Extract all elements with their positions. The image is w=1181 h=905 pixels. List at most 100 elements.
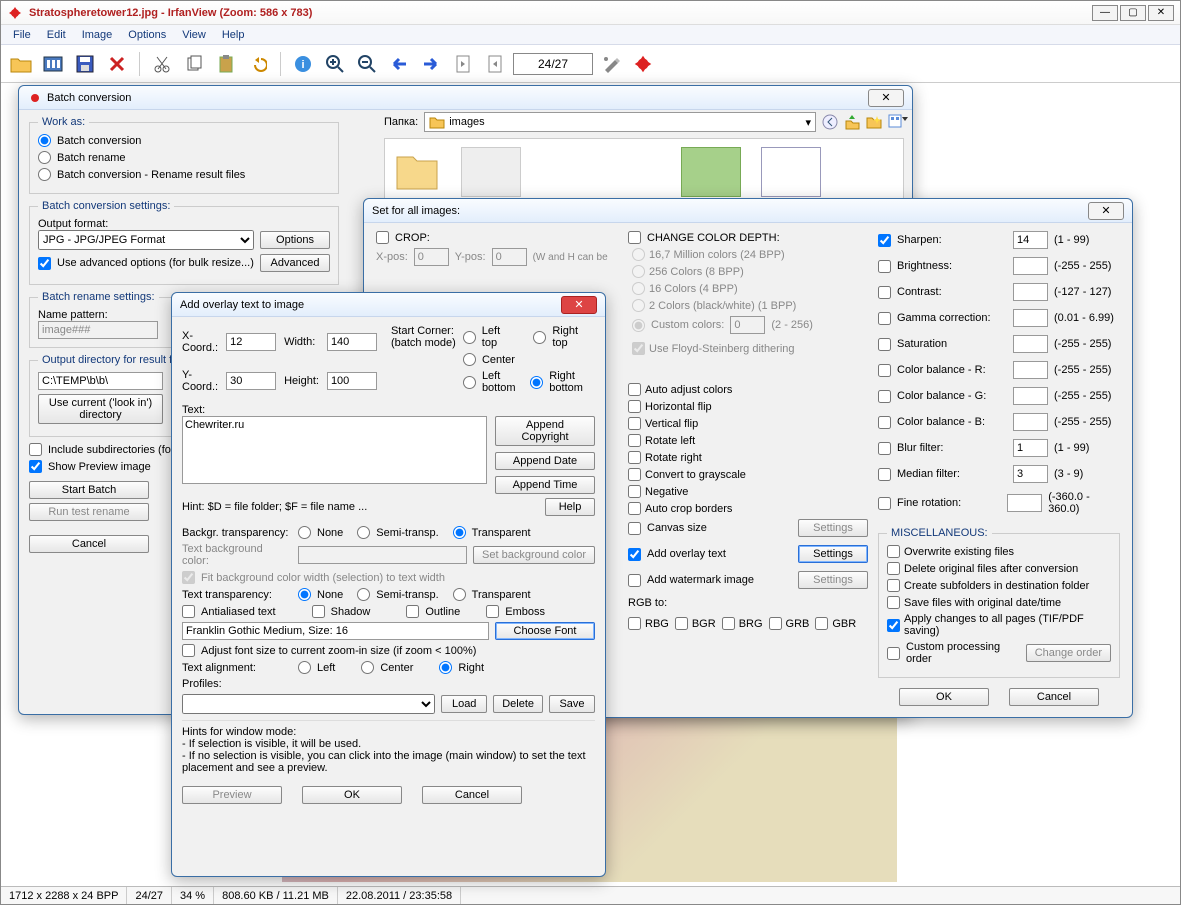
menu-edit[interactable]: Edit	[47, 29, 66, 41]
ccd-check[interactable]	[628, 231, 641, 244]
menu-options[interactable]: Options	[128, 29, 166, 41]
batch-cancel-button[interactable]: Cancel	[29, 535, 149, 553]
rgb-gbr[interactable]	[815, 617, 828, 630]
undo-icon[interactable]	[244, 50, 272, 78]
saturation-check[interactable]	[878, 338, 891, 351]
tt-trans[interactable]	[453, 588, 466, 601]
overlay-close-button[interactable]: ✕	[561, 296, 597, 314]
contrast-check[interactable]	[878, 286, 891, 299]
info-icon[interactable]: i	[289, 50, 317, 78]
menu-file[interactable]: File	[13, 29, 31, 41]
append-copyright-button[interactable]: Append Copyright	[495, 416, 595, 446]
corner-rt[interactable]	[533, 331, 546, 344]
auto-adjust-check[interactable]	[628, 383, 641, 396]
saturation-input[interactable]	[1013, 335, 1048, 353]
load-button[interactable]: Load	[441, 695, 487, 713]
font-display[interactable]	[182, 622, 489, 640]
watermark-check[interactable]	[628, 574, 641, 587]
cb-b-input[interactable]	[1013, 413, 1048, 431]
grayscale-check[interactable]	[628, 468, 641, 481]
corner-c[interactable]	[463, 353, 476, 366]
open-icon[interactable]	[7, 50, 35, 78]
close-button[interactable]: ✕	[1148, 5, 1174, 21]
fine-rot-input[interactable]	[1007, 494, 1042, 512]
batch-close-button[interactable]: ✕	[868, 89, 904, 107]
fine-rot-check[interactable]	[878, 497, 891, 510]
width-input[interactable]	[327, 333, 377, 351]
output-format-select[interactable]: JPG - JPG/JPEG Format	[38, 230, 254, 250]
hflip-check[interactable]	[628, 400, 641, 413]
corner-lt[interactable]	[463, 331, 476, 344]
prev-page-icon[interactable]	[449, 50, 477, 78]
sharpen-input[interactable]	[1013, 231, 1048, 249]
blur-check[interactable]	[878, 442, 891, 455]
overwrite-check[interactable]	[887, 545, 900, 558]
delete-button[interactable]: Delete	[493, 695, 543, 713]
rgb-grb[interactable]	[769, 617, 782, 630]
next-page-icon[interactable]	[481, 50, 509, 78]
brightness-input[interactable]	[1013, 257, 1048, 275]
menu-help[interactable]: Help	[222, 29, 245, 41]
bg-none[interactable]	[298, 526, 311, 539]
rleft-check[interactable]	[628, 434, 641, 447]
align-left[interactable]	[298, 661, 311, 674]
work-batch-conversion[interactable]	[38, 134, 51, 147]
cb-r-input[interactable]	[1013, 361, 1048, 379]
corner-lb[interactable]	[463, 376, 476, 389]
cut-icon[interactable]	[148, 50, 176, 78]
paste-icon[interactable]	[212, 50, 240, 78]
all-pages-check[interactable]	[887, 619, 900, 632]
setall-close-button[interactable]: ✕	[1088, 202, 1124, 220]
align-center[interactable]	[361, 661, 374, 674]
about-icon[interactable]	[629, 50, 657, 78]
zoom-in-icon[interactable]	[321, 50, 349, 78]
prev-icon[interactable]	[385, 50, 413, 78]
zoom-out-icon[interactable]	[353, 50, 381, 78]
cb-r-check[interactable]	[878, 364, 891, 377]
overlay-ok-button[interactable]: OK	[302, 786, 402, 804]
emboss-check[interactable]	[486, 605, 499, 618]
new-folder-icon[interactable]	[866, 114, 882, 130]
menu-view[interactable]: View	[182, 29, 206, 41]
choose-font-button[interactable]: Choose Font	[495, 622, 595, 640]
help-button[interactable]: Help	[545, 498, 595, 516]
minimize-button[interactable]: —	[1092, 5, 1118, 21]
tt-none[interactable]	[298, 588, 311, 601]
delete-orig-check[interactable]	[887, 562, 900, 575]
setall-ok-button[interactable]: OK	[899, 688, 989, 706]
custom-order-check[interactable]	[887, 647, 900, 660]
height-input[interactable]	[327, 372, 377, 390]
save-button[interactable]: Save	[549, 695, 595, 713]
y-coord-input[interactable]	[226, 372, 276, 390]
cb-g-input[interactable]	[1013, 387, 1048, 405]
next-icon[interactable]	[417, 50, 445, 78]
cb-b-check[interactable]	[878, 416, 891, 429]
start-batch-button[interactable]: Start Batch	[29, 481, 149, 499]
canvas-check[interactable]	[628, 522, 641, 535]
blur-input[interactable]	[1013, 439, 1048, 457]
advanced-button[interactable]: Advanced	[260, 254, 330, 272]
overlay-cancel-button[interactable]: Cancel	[422, 786, 522, 804]
show-preview-check[interactable]	[29, 460, 42, 473]
shadow-check[interactable]	[312, 605, 325, 618]
aa-check[interactable]	[182, 605, 195, 618]
rgb-brg[interactable]	[722, 617, 735, 630]
median-check[interactable]	[878, 468, 891, 481]
up-icon[interactable]	[844, 114, 860, 130]
negative-check[interactable]	[628, 485, 641, 498]
use-advanced-check[interactable]	[38, 257, 51, 270]
outdir-input[interactable]	[38, 372, 163, 390]
copy-icon[interactable]	[180, 50, 208, 78]
save-icon[interactable]	[71, 50, 99, 78]
work-batch-rename[interactable]	[38, 151, 51, 164]
tt-semi[interactable]	[357, 588, 370, 601]
autocrop-check[interactable]	[628, 502, 641, 515]
folder-select[interactable]: images ▾	[424, 112, 816, 132]
create-sub-check[interactable]	[887, 579, 900, 592]
bg-trans[interactable]	[453, 526, 466, 539]
rgb-rbg[interactable]	[628, 617, 641, 630]
use-current-button[interactable]: Use current ('look in') directory	[38, 394, 163, 424]
rgb-bgr[interactable]	[675, 617, 688, 630]
settings-icon[interactable]	[597, 50, 625, 78]
slideshow-icon[interactable]	[39, 50, 67, 78]
